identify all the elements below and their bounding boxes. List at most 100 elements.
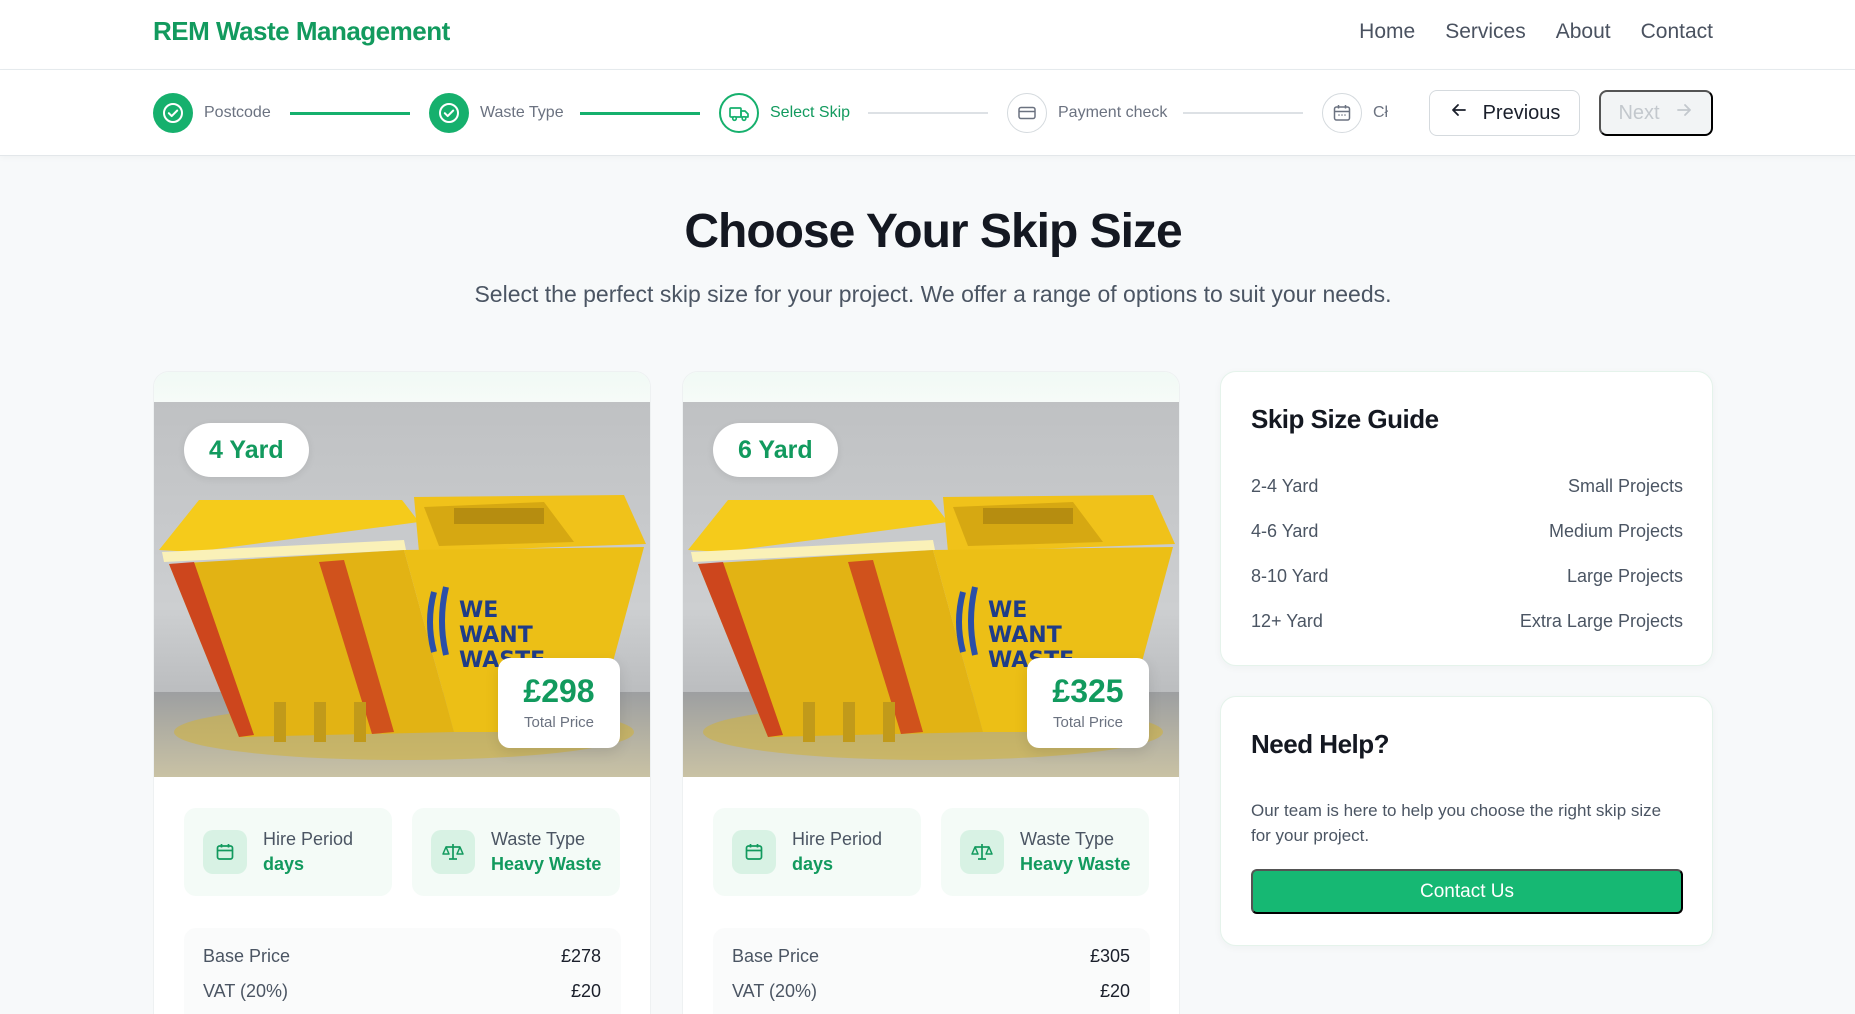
vat-label: VAT (20%) (732, 981, 818, 1001)
guide-list: 2-4 Yard Small Projects 4-6 Yard Medium … (1251, 476, 1683, 656)
base-price-label: Base Price (732, 946, 820, 966)
total-price: £298 (523, 673, 595, 709)
vat-value: £20 (570, 981, 601, 1001)
scale-icon (431, 830, 475, 874)
brand-logo-text[interactable]: REM Waste Management (153, 16, 450, 47)
skip-info-row: Hire Period days Waste Type Heavy Waste (713, 808, 1149, 896)
progress-stepper: Postcode Waste Type Select Skip Payment … (0, 70, 1855, 156)
step-label: Payment check (1058, 104, 1168, 121)
hire-period-box: Hire Period days (713, 808, 921, 896)
top-navbar: REM Waste Management Home Services About… (0, 0, 1855, 70)
guide-size: 8-10 Yard (1251, 566, 1329, 586)
vat-row: VAT (20%) £20 (732, 981, 1130, 1014)
step-connector (580, 112, 700, 115)
page-subtitle: Select the perfect skip size for your pr… (474, 281, 1392, 307)
skip-logo-line: WE (459, 598, 498, 623)
price-breakdown: Base Price £278 VAT (20%) £20 (184, 928, 621, 1014)
page-title: Choose Your Skip Size (684, 205, 1182, 258)
skip-image: WE WANT WASTE 4 Yard £298 Total Price (154, 402, 650, 777)
total-price: £325 (1052, 673, 1124, 709)
total-price-box: £325 Total Price (1027, 658, 1149, 748)
waste-type-label: Waste Type (491, 829, 586, 849)
guide-row: 12+ Yard Extra Large Projects (1251, 611, 1683, 656)
guide-row: 4-6 Yard Medium Projects (1251, 521, 1683, 566)
waste-type-value: Heavy Waste (491, 854, 602, 874)
vat-label: VAT (20%) (203, 981, 289, 1001)
nav-home-link[interactable]: Home (1359, 20, 1415, 44)
price-breakdown: Base Price £305 VAT (20%) £20 (713, 928, 1150, 1014)
need-help-panel: Need Help? Our team is here to help you … (1220, 696, 1713, 946)
card-top-strip (154, 372, 650, 402)
hire-period-box: Hire Period days (184, 808, 392, 896)
step-connector (868, 112, 988, 114)
base-price-value: £278 (560, 946, 601, 966)
guide-desc: Extra Large Projects (1519, 611, 1683, 631)
skip-card-6-yard[interactable]: WE WANT WASTE 6 Yard £325 Total Price Hi… (682, 371, 1180, 1014)
total-price-box: £298 Total Price (498, 658, 620, 748)
step-postcode[interactable]: Postcode (153, 93, 271, 133)
main-nav: Home Services About Contact (1359, 20, 1713, 44)
vat-value: £20 (1099, 981, 1130, 1001)
guide-size: 2-4 Yard (1251, 476, 1319, 496)
arrow-right-icon (1674, 100, 1694, 126)
vat-row: VAT (20%) £20 (203, 981, 601, 1014)
yard-size-badge: 4 Yard (184, 423, 309, 477)
step-connector (290, 112, 410, 115)
yard-size-badge: 6 Yard (713, 423, 838, 477)
calendar-icon (732, 830, 776, 874)
contact-us-button[interactable]: Contact Us (1251, 869, 1683, 914)
check-icon (429, 93, 469, 133)
scale-icon (960, 830, 1004, 874)
nav-contact-link[interactable]: Contact (1641, 20, 1713, 44)
calendar-icon (203, 830, 247, 874)
waste-type-box: Waste Type Heavy Waste (941, 808, 1149, 896)
skip-size-guide-panel: Skip Size Guide 2-4 Yard Small Projects … (1220, 371, 1713, 666)
base-price-value: £305 (1089, 946, 1130, 966)
guide-row: 8-10 Yard Large Projects (1251, 566, 1683, 611)
previous-button[interactable]: Previous (1429, 90, 1580, 136)
step-connector (1183, 112, 1303, 114)
step-waste-type[interactable]: Waste Type (429, 93, 564, 133)
hire-period-label: Hire Period (792, 829, 883, 849)
card-top-strip (683, 372, 1179, 402)
next-button[interactable]: Next (1599, 90, 1713, 136)
hire-period-value: days (263, 854, 305, 874)
guide-desc: Medium Projects (1548, 521, 1683, 541)
hire-period-label: Hire Period (263, 829, 354, 849)
calendar-icon (1322, 93, 1362, 133)
previous-label: Previous (1482, 101, 1561, 124)
step-choose-date[interactable]: Cł (1322, 93, 1390, 133)
hire-period-value: days (792, 854, 834, 874)
nav-about-link[interactable]: About (1556, 20, 1611, 44)
skip-logo-line: WANT (459, 623, 533, 648)
step-label: Select Skip (770, 104, 851, 121)
skip-image: WE WANT WASTE 6 Yard £325 Total Price (683, 402, 1179, 777)
step-label: Waste Type (480, 104, 564, 121)
skip-info-row: Hire Period days Waste Type Heavy Waste (184, 808, 620, 896)
truck-icon (719, 93, 759, 133)
skip-logo-line: WE (988, 598, 1027, 623)
credit-card-icon (1007, 93, 1047, 133)
skip-card-4-yard[interactable]: WE WANT WASTE 4 Yard £298 Total Price Hi… (153, 371, 651, 1014)
total-price-caption: Total Price (523, 714, 595, 731)
check-icon (153, 93, 193, 133)
guide-row: 2-4 Yard Small Projects (1251, 476, 1683, 521)
waste-type-label: Waste Type (1020, 829, 1115, 849)
arrow-left-icon (1449, 100, 1469, 126)
guide-title: Skip Size Guide (1251, 404, 1439, 434)
guide-size: 4-6 Yard (1251, 521, 1319, 541)
nav-services-link[interactable]: Services (1445, 20, 1526, 44)
total-price-caption: Total Price (1052, 714, 1124, 731)
guide-desc: Small Projects (1567, 476, 1683, 496)
waste-type-box: Waste Type Heavy Waste (412, 808, 620, 896)
waste-type-value: Heavy Waste (1020, 854, 1131, 874)
help-title: Need Help? (1251, 729, 1390, 759)
next-label: Next (1618, 101, 1660, 124)
step-select-skip[interactable]: Select Skip (719, 93, 850, 133)
base-price-row: Base Price £305 (732, 946, 1130, 981)
step-payment-check[interactable]: Payment check (1007, 93, 1167, 133)
base-price-label: Base Price (203, 946, 291, 966)
guide-size: 12+ Yard (1251, 611, 1323, 631)
base-price-row: Base Price £278 (203, 946, 601, 981)
step-label: Cł (1373, 104, 1389, 121)
